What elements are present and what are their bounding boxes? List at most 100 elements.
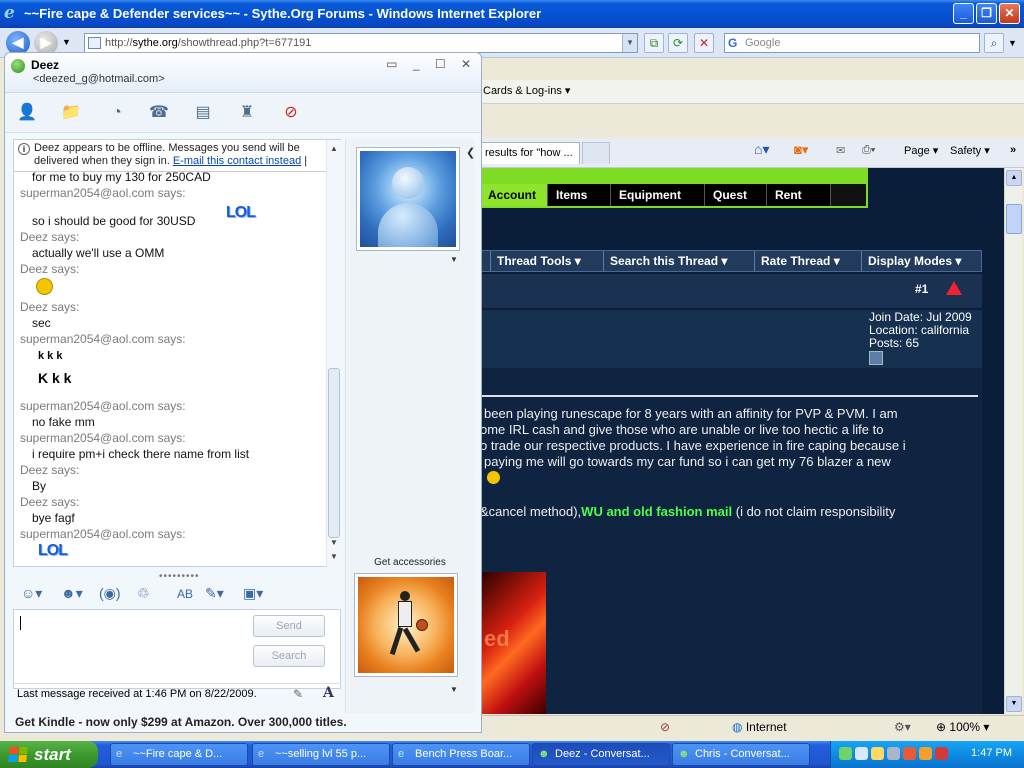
games-icon[interactable]: ♜ (235, 101, 259, 125)
scroll-down-icon[interactable]: ▼ (1006, 696, 1022, 712)
nav-tab-label: Account (488, 188, 536, 202)
minimize-button[interactable]: _ (953, 3, 974, 24)
chat-scroll-thumb[interactable] (328, 368, 340, 538)
nav-tab-equipment[interactable]: Equipment (611, 184, 705, 206)
nav-tab-items[interactable]: Items (548, 184, 611, 206)
zoom-control[interactable]: ⊕ 100% ▾ (936, 720, 989, 734)
more-commands-icon[interactable]: » (1010, 144, 1016, 156)
nav-tab-label: Items (556, 188, 588, 202)
address-input[interactable]: http://sythe.org/showthread.php?t=677191… (84, 33, 638, 53)
contact-picture-dropdown-icon[interactable]: ▼ (450, 255, 458, 264)
network-tray-icon[interactable] (855, 747, 868, 760)
windows-flag-icon (8, 747, 28, 762)
background-icon[interactable]: ▣▾ (243, 585, 263, 602)
scroll-up-icon[interactable]: ▲ (1006, 170, 1022, 186)
chat-scroll-down-icon[interactable]: ▼ (327, 536, 341, 550)
nav-tab-quest[interactable]: Quest (705, 184, 767, 206)
offline-text-1: Deez appears to be offline. Messages you… (34, 142, 300, 154)
taskbar-item-ie-firecape[interactable]: e ~~Fire cape & D... (110, 743, 248, 766)
my-display-picture[interactable] (354, 573, 458, 677)
chat-scroll-end-icon[interactable]: ▼ (327, 550, 341, 564)
wink-icon[interactable]: ☻▾ (61, 585, 83, 602)
stop-icon[interactable]: ✕ (694, 33, 714, 53)
page-menu[interactable]: Page ▾ (904, 144, 938, 157)
chat-scroll-up-icon[interactable]: ▲ (327, 142, 341, 156)
video-call-icon[interactable]: ◔ (105, 101, 129, 125)
invite-contact-icon[interactable]: 👤 (15, 101, 39, 125)
post-text: been playing runescape for 8 years with … (480, 406, 976, 520)
advertisement-text[interactable]: Get Kindle - now only $299 at Amazon. Ov… (15, 715, 347, 729)
taskbar-item-ie-selling[interactable]: e ~~selling lvl 55 p... (252, 743, 390, 766)
page-menu-label: Page (904, 145, 930, 157)
refresh-icon[interactable]: ⟳ (668, 33, 688, 53)
start-button[interactable]: start (0, 741, 98, 768)
conversation-header[interactable]: Deez <deezed_g@hotmail.com> ▭ _ ☐ ✕ (5, 53, 481, 93)
feeds-icon[interactable]: ◙▾ (794, 142, 808, 158)
emoticon-icon[interactable]: ☺▾ (21, 585, 42, 602)
report-post-icon[interactable] (946, 281, 962, 295)
safety-menu[interactable]: Safety ▾ (950, 144, 990, 157)
cards-logins-menu[interactable]: Cards & Log-ins ▾ (483, 84, 570, 97)
post-number-link[interactable]: #1 (915, 282, 928, 296)
font-icon[interactable]: A (323, 685, 334, 701)
send-button[interactable]: Send (253, 615, 325, 637)
search-options-icon[interactable]: ▼ (1008, 38, 1017, 48)
collapse-panel-icon[interactable]: ❮ (466, 146, 475, 159)
address-dropdown-icon[interactable]: ▼ (622, 34, 637, 52)
mail-icon[interactable]: ✉ (836, 144, 845, 157)
handwriting-icon[interactable]: ✎▾ (205, 585, 224, 602)
font-style-icon[interactable]: AB (177, 587, 193, 601)
search-thread-menu[interactable]: Search this Thread ▾ (603, 251, 754, 271)
taskbar-item-ie-bench[interactable]: e Bench Press Boar... (392, 743, 530, 766)
volume-tray-icon[interactable] (887, 747, 900, 760)
search-button[interactable]: Search (253, 645, 325, 667)
security-tray-icon[interactable] (871, 747, 884, 760)
new-tab-button[interactable] (582, 142, 610, 164)
contact-display-picture[interactable] (356, 147, 460, 251)
handwriting-mode-icon[interactable]: ✎ (293, 687, 303, 701)
nav-tab-account[interactable]: Account (480, 184, 548, 206)
activities-icon[interactable]: ▤ (191, 101, 215, 125)
taskbar-item-chris-conversation[interactable]: ☻ Chris - Conversat... (672, 743, 810, 766)
restore-button[interactable]: ❐ (976, 3, 997, 24)
email-contact-link[interactable]: E-mail this contact instead (173, 155, 301, 167)
page-scrollbar[interactable]: ▲ ▼ (1004, 168, 1022, 714)
voice-clip-icon[interactable]: (◉) (99, 585, 121, 602)
user-status-icon[interactable] (869, 351, 883, 365)
home-icon[interactable]: ⌂▾ (754, 141, 769, 158)
close-button[interactable]: ✕ (999, 3, 1020, 24)
chat-history: i Deez appears to be offline. Messages y… (13, 139, 341, 567)
thread-tools-menu[interactable]: Thread Tools ▾ (490, 251, 603, 271)
search-icon[interactable]: ⌕ (984, 33, 1004, 53)
display-modes-menu[interactable]: Display Modes ▾ (861, 251, 981, 271)
messenger-icon: ☻ (538, 748, 550, 760)
taskbar-item-deez-conversation[interactable]: ☻ Deez - Conversat... (532, 743, 670, 766)
rate-thread-menu[interactable]: Rate Thread ▾ (754, 251, 861, 271)
history-dropdown-icon[interactable]: ▼ (62, 37, 71, 47)
tab-search-results[interactable]: results for "how ... (480, 142, 580, 164)
site-nav: Account Items Equipment Quest Rent (480, 168, 868, 208)
messenger-window-controls[interactable]: ▭ _ ☐ ✕ (386, 57, 477, 71)
antivirus-tray-icon[interactable] (903, 747, 916, 760)
nav-tab-rent[interactable]: Rent (767, 184, 831, 206)
messenger-tray-icon[interactable] (839, 747, 852, 760)
print-icon[interactable]: ⎙▾ (862, 144, 875, 157)
chat-scrollbar[interactable]: ▲ ▼ ▼ (326, 140, 341, 567)
updates-tray-icon[interactable] (919, 747, 932, 760)
call-icon[interactable]: ☎ (147, 101, 171, 125)
popup-blocked-icon[interactable]: ⊘ (660, 720, 670, 734)
block-contact-icon[interactable]: ⊘ (279, 101, 303, 125)
shield-tray-icon[interactable] (935, 747, 948, 760)
get-accessories-link[interactable]: Get accessories (346, 557, 474, 568)
scroll-thumb[interactable] (1006, 204, 1022, 234)
search-thread-label: Search this Thread (610, 254, 719, 268)
protected-mode-icon[interactable]: ⚙▾ (894, 720, 911, 734)
taskbar-clock[interactable]: 1:47 PM (971, 747, 1012, 759)
search-input[interactable]: G Google (724, 33, 980, 53)
share-files-icon[interactable]: 📁 (59, 101, 83, 125)
ie-title-bar[interactable]: e ~~Fire cape & Defender services~~ - Sy… (0, 0, 1024, 28)
messenger-conversation-window: Deez <deezed_g@hotmail.com> ▭ _ ☐ ✕ 👤 📁 … (4, 52, 482, 733)
compatibility-icon[interactable]: ⧉ (644, 33, 664, 53)
my-picture-dropdown-icon[interactable]: ▼ (450, 685, 458, 694)
nudge-icon[interactable]: ♲ (137, 585, 150, 602)
